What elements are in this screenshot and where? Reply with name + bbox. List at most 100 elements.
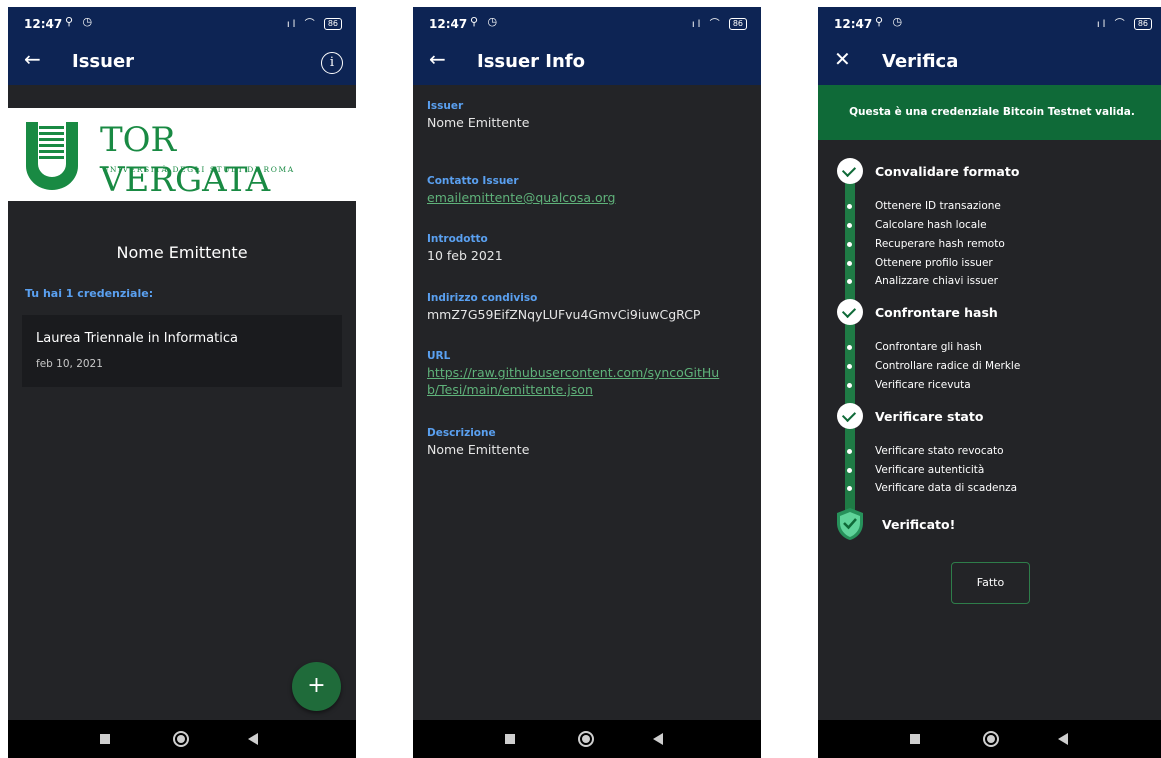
field-value: Nome Emittente [427,115,530,130]
recents-icon[interactable] [505,734,515,744]
field-description: Descrizione Nome Emittente [427,427,747,458]
field-label: Indirizzo condiviso [427,292,538,304]
status-alarm-icon: ⚲ ◷ [875,15,906,28]
substep: Verificare stato revocato [875,445,1004,457]
issuer-screen: 12:47 ⚲ ◷ ıl ⌒ 86 ← Issuer i TOR VERGATA… [8,7,356,758]
substep: Ottenere profilo issuer [875,257,993,269]
check-icon [837,403,863,429]
substep: Calcolare hash locale [875,219,987,231]
verified-label: Verificato! [882,517,956,532]
issuer-info-screen: 12:47 ⚲ ◷ ıl ⌒ 86 ← Issuer Info Issuer N… [413,7,761,758]
page-title: Issuer Info [477,51,585,72]
bullet-icon [847,449,852,454]
bullet-icon [847,364,852,369]
field-value: 10 feb 2021 [427,248,503,263]
substep: Verificare data di scadenza [875,482,1018,494]
status-time: 12:47 [834,17,873,31]
check-icon [837,299,863,325]
recents-icon[interactable] [100,734,110,744]
status-time: 12:47 [24,17,63,31]
status-signal-wifi-icon: ıl ⌒ 86 [287,15,342,30]
status-alarm-icon: ⚲ ◷ [470,15,501,28]
field-label: Introdotto [427,233,488,245]
battery-icon: 86 [1133,18,1152,30]
verified-shield-icon [837,508,863,540]
substep: Analizzare chiavi issuer [875,275,998,287]
bullet-icon [847,261,852,266]
system-nav-bar [413,720,761,758]
substep: Ottenere ID transazione [875,200,1001,212]
field-label: Descrizione [427,427,496,439]
add-credential-button[interactable]: + [292,662,341,711]
field-label: Issuer [427,100,464,112]
step-title: Confrontare hash [875,305,998,320]
system-nav-bar [818,720,1161,758]
done-button[interactable]: Fatto [951,562,1030,604]
battery-icon: 86 [728,18,747,30]
status-signal-wifi-icon: ıl ⌒ 86 [692,15,747,30]
back-icon[interactable] [1058,733,1068,745]
field-introduced: Introdotto 10 feb 2021 [427,233,747,264]
contact-email-link[interactable]: emailemittente@qualcosa.org [427,189,747,206]
bullet-icon [847,486,852,491]
field-value: Nome Emittente [427,442,530,457]
app-bar: ← Issuer Info [413,39,761,85]
bullet-icon [847,383,852,388]
home-icon[interactable] [578,731,594,747]
app-bar: ← Issuer i [8,39,356,85]
system-nav-bar [8,720,356,758]
status-alarm-icon: ⚲ ◷ [65,15,96,28]
bullet-icon [847,223,852,228]
back-icon[interactable] [653,733,663,745]
home-icon[interactable] [983,731,999,747]
bullet-icon [847,242,852,247]
logo-title: TOR VERGATA [100,120,271,200]
credential-card[interactable]: Laurea Triennale in Informatica feb 10, … [22,315,342,387]
status-bar: 12:47 ⚲ ◷ ıl ⌒ 86 [818,7,1161,39]
valid-credential-banner: Questa è una credenziale Bitcoin Testnet… [818,85,1161,140]
verify-screen: 12:47 ⚲ ◷ ıl ⌒ 86 ✕ Verifica Questa è un… [818,7,1161,758]
status-signal-wifi-icon: ıl ⌒ 86 [1097,15,1152,30]
field-issuer: Issuer Nome Emittente [427,100,747,131]
university-emblem-icon [26,122,78,190]
credential-date: feb 10, 2021 [36,358,103,370]
credential-title: Laurea Triennale in Informatica [36,331,238,346]
step-title: Verificare stato [875,409,984,424]
issuer-name: Nome Emittente [116,243,248,262]
bullet-icon [847,345,852,350]
substep: Verificare ricevuta [875,379,971,391]
app-bar: ✕ Verifica [818,39,1161,85]
field-label: Contatto Issuer [427,175,519,187]
substep: Verificare autenticità [875,464,985,476]
battery-icon: 86 [323,18,342,30]
credentials-count: Tu hai 1 credenziale: [25,287,154,300]
home-icon[interactable] [173,731,189,747]
substep: Confrontare gli hash [875,341,982,353]
back-arrow-icon[interactable]: ← [429,49,446,69]
bullet-icon [847,279,852,284]
info-icon[interactable]: i [321,52,343,74]
step-title: Convalidare formato [875,164,1020,179]
status-bar: 12:47 ⚲ ◷ ıl ⌒ 86 [413,7,761,39]
field-url: URL https://raw.githubusercontent.com/sy… [427,350,727,398]
bullet-icon [847,204,852,209]
field-shared-address: Indirizzo condiviso mmZ7G59EifZNqyLUFvu4… [427,292,747,323]
back-arrow-icon[interactable]: ← [24,49,41,69]
page-title: Issuer [72,51,135,72]
status-time: 12:47 [429,17,468,31]
page-title: Verifica [882,51,959,72]
check-icon [837,158,863,184]
bullet-icon [847,468,852,473]
substep: Recuperare hash remoto [875,238,1005,250]
field-value: mmZ7G59EifZNqyLUFvu4GmvCi9iuwCgRCP [427,307,701,322]
recents-icon[interactable] [910,734,920,744]
url-link[interactable]: https://raw.githubusercontent.com/syncoG… [427,364,727,398]
status-bar: 12:47 ⚲ ◷ ıl ⌒ 86 [8,7,356,39]
substep: Controllare radice di Merkle [875,360,1021,372]
back-icon[interactable] [248,733,258,745]
field-contact: Contatto Issuer emailemittente@qualcosa.… [427,175,747,206]
field-label: URL [427,350,451,362]
logo-subtitle: UNIVERSITÀ DEGLI STUDI DI ROMA [102,165,295,174]
university-logo: TOR VERGATA UNIVERSITÀ DEGLI STUDI DI RO… [8,108,356,201]
close-icon[interactable]: ✕ [834,49,851,69]
